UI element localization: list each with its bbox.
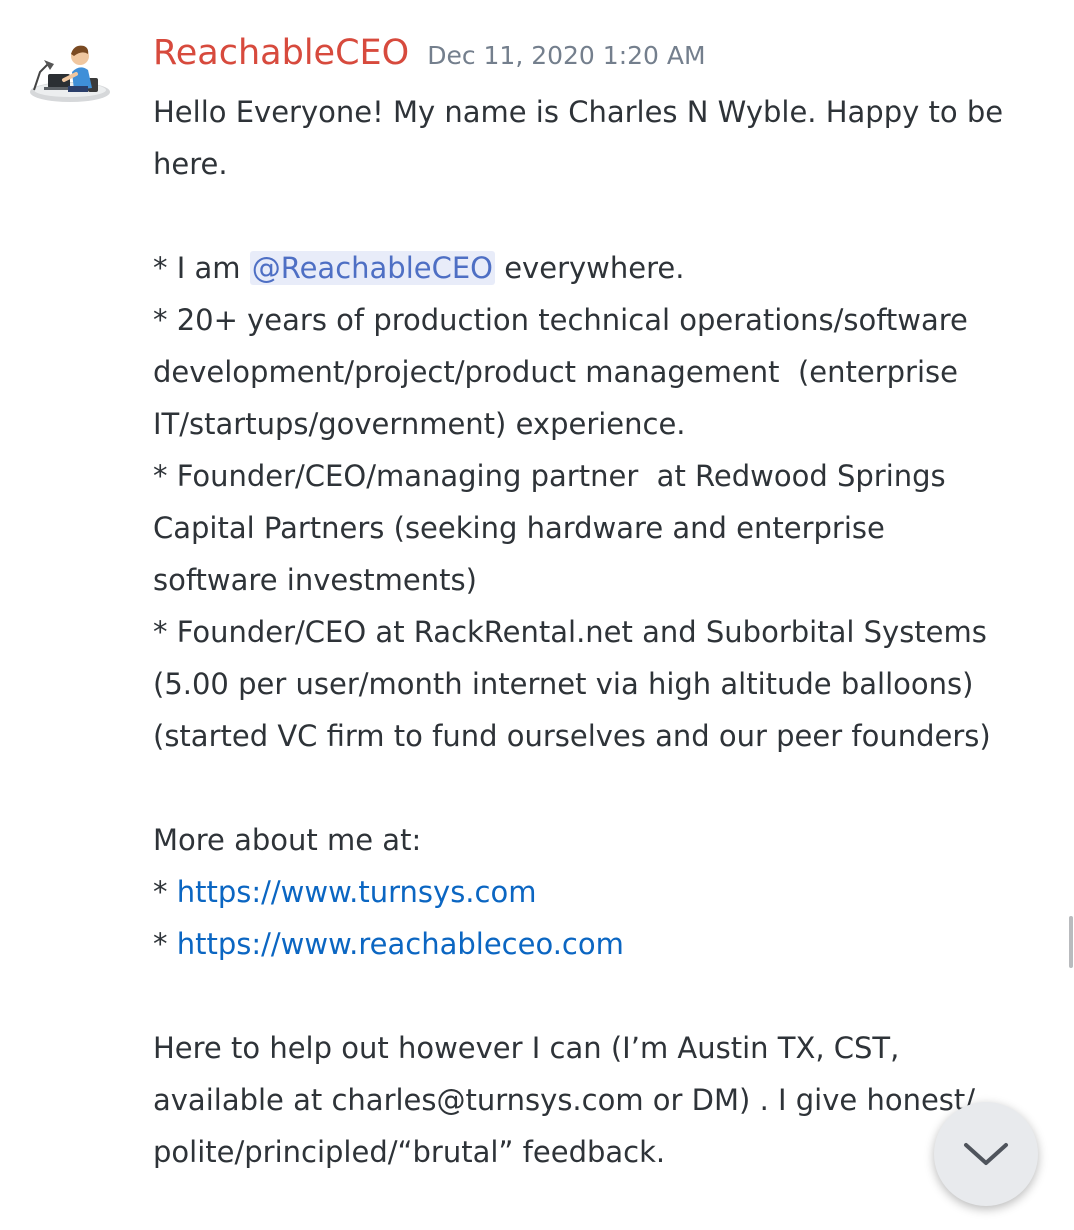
line-text: everywhere.	[495, 251, 685, 285]
message-line: * https://www.turnsys.com	[153, 866, 1053, 918]
bullet-text: *	[153, 875, 177, 909]
link-turnsys[interactable]: https://www.turnsys.com	[177, 875, 537, 909]
message-line: * 20+ years of production technical oper…	[153, 303, 968, 337]
message-line: * Founder/CEO/managing partner at Redwoo…	[153, 459, 946, 493]
message-line: More about me at:	[153, 823, 422, 857]
message-line: here.	[153, 147, 228, 181]
message-line: Capital Partners (seeking hardware and e…	[153, 511, 885, 545]
message-line: * https://www.reachableceo.com	[153, 918, 1053, 970]
chevron-down-icon	[964, 1143, 1008, 1165]
message-line: IT/startups/government) experience.	[153, 407, 686, 441]
message-line: * I am @ReachableCEO everywhere.	[153, 242, 1053, 294]
message-line: development/project/product management (…	[153, 355, 958, 389]
author-name[interactable]: ReachableCEO	[153, 33, 409, 73]
message-timestamp: Dec 11, 2020 1:20 AM	[427, 41, 706, 70]
message-line: * Founder/CEO at RackRental.net and Subo…	[153, 615, 987, 649]
link-reachableceo[interactable]: https://www.reachableceo.com	[177, 927, 624, 961]
line-text: * I am	[153, 251, 250, 285]
user-mention[interactable]: @ReachableCEO	[249, 251, 495, 285]
message-line: (5.00 per user/month internet via high a…	[153, 667, 974, 701]
avatar[interactable]	[22, 34, 112, 106]
message-header: ReachableCEO Dec 11, 2020 1:20 AM	[153, 33, 706, 73]
scrollbar-thumb[interactable]	[1069, 916, 1073, 968]
jump-to-bottom-button[interactable]	[934, 1102, 1038, 1206]
message-line: available at charles@turnsys.com or DM) …	[153, 1083, 976, 1117]
message-line: Here to help out however I can (I’m Aust…	[153, 1031, 900, 1065]
message-line: Hello Everyone! My name is Charles N Wyb…	[153, 95, 1004, 129]
bullet-text: *	[153, 927, 177, 961]
message-content: Hello Everyone! My name is Charles N Wyb…	[153, 86, 1053, 1178]
message-line: (started VC firm to fund ourselves and o…	[153, 719, 991, 753]
message-line: polite/principled/“brutal” feedback.	[153, 1135, 666, 1169]
message-line: software investments)	[153, 563, 477, 597]
